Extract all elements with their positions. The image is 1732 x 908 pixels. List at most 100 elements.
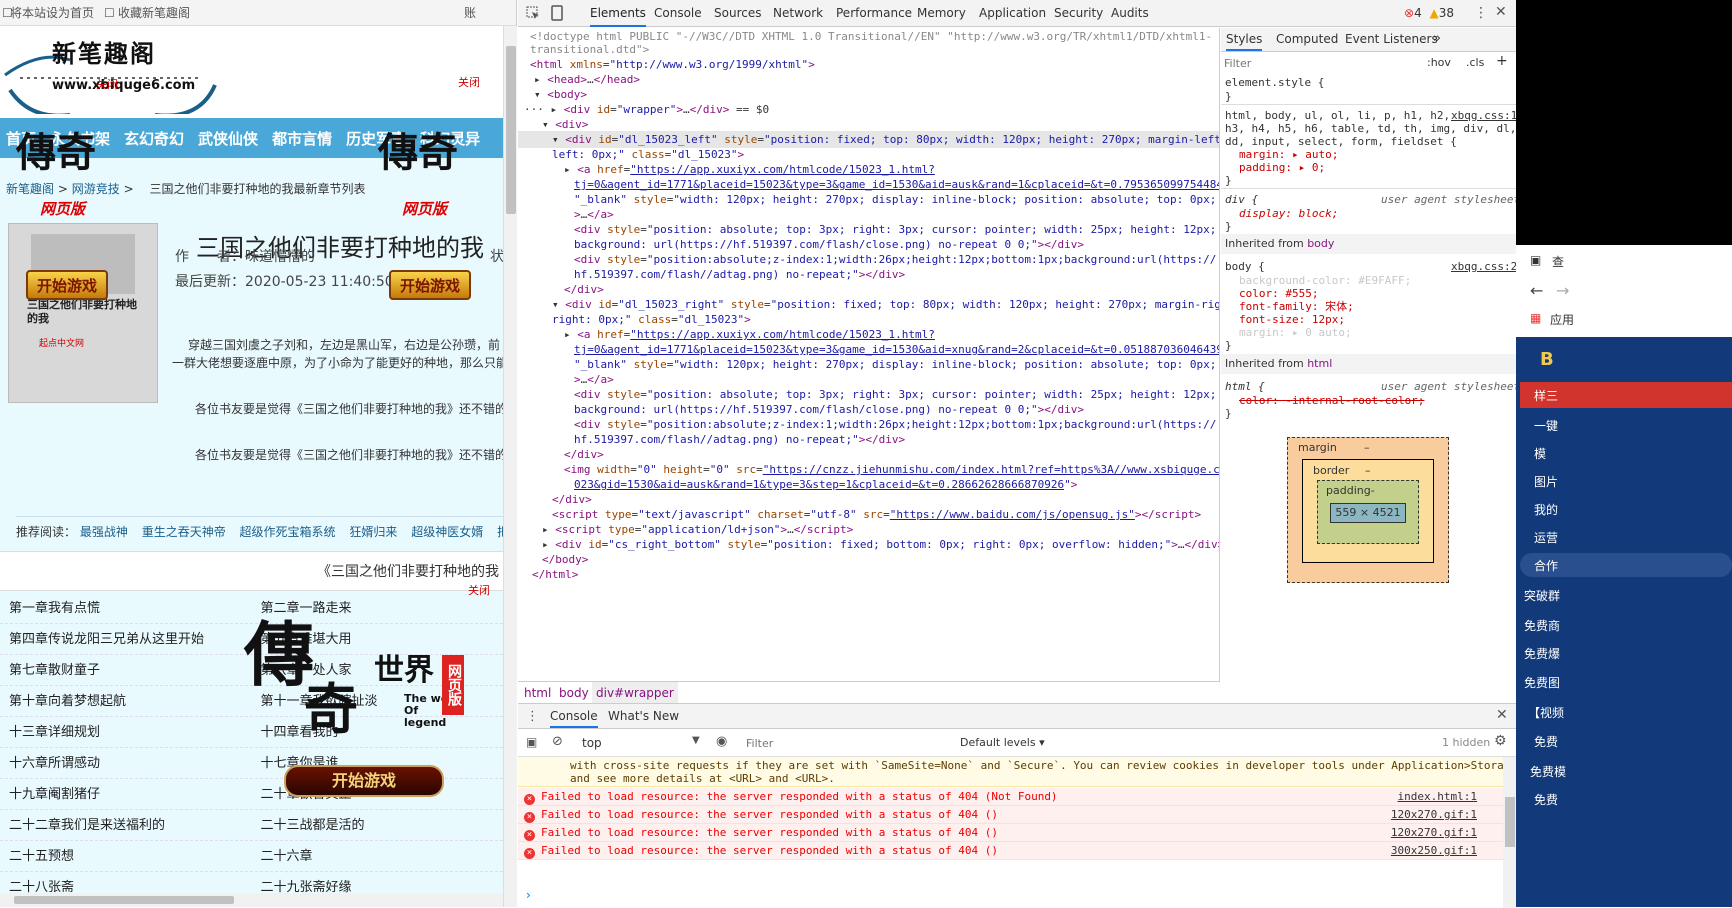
tab-application[interactable]: Application: [979, 0, 1046, 27]
chapter-link[interactable]: 第四章传说龙阳三兄弟从这里开始: [0, 624, 252, 654]
side-menu-item[interactable]: 模: [1534, 445, 1598, 462]
forward-arrow-icon[interactable]: →: [1556, 281, 1569, 300]
side-menu-item[interactable]: 一键: [1534, 417, 1598, 434]
crumb-html[interactable]: html: [524, 682, 551, 704]
tab-audits[interactable]: Audits: [1111, 0, 1149, 27]
context-select[interactable]: top: [582, 736, 602, 750]
chevron-down-icon[interactable]: ▼: [692, 735, 700, 746]
book-cover[interactable]: 三国之他们非要打种地的我 起点中文网: [8, 223, 158, 403]
close-drawer-icon[interactable]: ✕: [1496, 707, 1508, 723]
style-property[interactable]: margin: ▸ auto;: [1239, 148, 1338, 161]
side-logo[interactable]: B: [1540, 349, 1554, 370]
style-property[interactable]: font-size: 12px;: [1239, 313, 1345, 326]
apps-icon[interactable]: ▦: [1530, 311, 1541, 325]
chapter-link[interactable]: 第七章散财童子: [0, 655, 252, 685]
log-levels-select[interactable]: Default levels ▾: [960, 736, 1045, 749]
side-search-label[interactable]: 查: [1552, 253, 1564, 270]
side-menu-item[interactable]: 运营: [1534, 529, 1598, 546]
start-game-button[interactable]: 开始游戏: [284, 765, 444, 797]
style-property[interactable]: color: #555;: [1239, 287, 1318, 300]
side-menu-item[interactable]: 我的: [1534, 501, 1598, 518]
error-source-link[interactable]: 120x270.gif:1: [1391, 806, 1477, 824]
sidebar-toggle-icon[interactable]: ▣: [526, 735, 537, 749]
chapter-link[interactable]: 二十三战都是活的: [252, 810, 504, 840]
ad-banner[interactable]: 傳 奇 世界 The word Of legend 网页版: [244, 615, 464, 741]
adtag-div-node[interactable]: <div style="position:absolute;z-index:1;…: [574, 418, 1216, 432]
img-node[interactable]: <img width="0" height="0" src="https://c…: [564, 463, 1219, 477]
side-menu-item[interactable]: 免费: [1534, 733, 1598, 750]
chapter-link[interactable]: 二十六章: [252, 841, 504, 871]
rule-source-link[interactable]: xbqg.css:2: [1451, 260, 1517, 273]
ad-brand-glyph[interactable]: 傳奇: [16, 120, 96, 178]
tab-security[interactable]: Security: [1054, 0, 1103, 27]
scroll-thumb[interactable]: [506, 46, 516, 214]
anchor-node[interactable]: ▸ <a href="https://app.xuxiyx.com/htmlco…: [564, 163, 935, 177]
drawer-menu-icon[interactable]: ⋮: [526, 709, 539, 724]
box-model-padding[interactable]: padding- 559 × 4521: [1317, 480, 1419, 544]
anchor-node[interactable]: ▸ <a href="https://app.xuxiyx.com/htmlco…: [564, 328, 935, 342]
scroll-thumb[interactable]: [14, 896, 234, 904]
styles-filter-input[interactable]: [1224, 54, 1418, 72]
page-horizontal-scrollbar[interactable]: [0, 893, 503, 907]
tab-computed[interactable]: Computed: [1276, 32, 1338, 46]
tab-elements[interactable]: Elements: [590, 0, 646, 27]
nav-fantasy[interactable]: 玄幻奇幻: [124, 128, 184, 149]
tab-styles[interactable]: Styles: [1226, 32, 1263, 51]
add-rule-icon[interactable]: +: [1496, 53, 1508, 69]
breadcrumb-section[interactable]: 网游竞技: [72, 182, 120, 196]
console-filter-input[interactable]: [746, 734, 946, 753]
tab-event-listeners[interactable]: Event Listeners: [1345, 32, 1438, 46]
adtag-div-node[interactable]: <div style="position:absolute;z-index:1;…: [574, 253, 1216, 267]
breadcrumb-home[interactable]: 新笔趣阁: [6, 182, 54, 196]
tab-console[interactable]: Console: [654, 0, 702, 27]
wrapper-node[interactable]: ··· ▸ <div id="wrapper">…</div> == $0: [524, 103, 769, 117]
script-node[interactable]: <script type="text/javascript" charset="…: [552, 508, 1201, 522]
page-vertical-scrollbar[interactable]: [503, 26, 517, 907]
checkbox-icon[interactable]: ☐: [104, 0, 115, 26]
issue-counter[interactable]: ⊗4 ▲38: [1404, 6, 1454, 20]
tab-performance[interactable]: Performance: [836, 0, 912, 27]
tab-network[interactable]: Network: [773, 0, 823, 27]
set-homepage-link[interactable]: 将本站设为首页: [10, 0, 94, 26]
side-menu-item[interactable]: 突破群: [1524, 587, 1588, 604]
recommend-link[interactable]: 重生之吞天神帝: [142, 525, 226, 539]
device-toolbar-icon[interactable]: [550, 5, 564, 21]
more-options-icon[interactable]: ⋮: [1474, 5, 1488, 21]
style-property[interactable]: padding: ▸ 0;: [1239, 161, 1325, 174]
apps-label[interactable]: 应用: [1550, 311, 1574, 328]
hov-toggle[interactable]: :hov: [1427, 56, 1451, 69]
close-div-node[interactable]: <div style="position: absolute; top: 3px…: [574, 223, 1216, 237]
drawer-tab-whats-new[interactable]: What's New: [608, 709, 679, 723]
tab-memory[interactable]: Memory: [917, 0, 966, 27]
chapter-link[interactable]: 第一章我有点慌: [0, 593, 252, 623]
side-menu-item[interactable]: 图片: [1534, 473, 1598, 490]
close-div-node[interactable]: <div style="position: absolute; top: 3px…: [574, 388, 1216, 402]
chapter-link[interactable]: 十三章详细规划: [0, 717, 252, 747]
ad-close-button[interactable]: 关闭: [96, 76, 118, 92]
rule-source-link[interactable]: xbqg.css:1: [1451, 109, 1517, 122]
side-menu-item[interactable]: 合作: [1534, 557, 1598, 574]
box-model-margin[interactable]: margin – border – padding- 559 × 4521: [1287, 437, 1449, 583]
head-node[interactable]: ▸ <head>…</head>: [534, 73, 640, 87]
element-style-rule[interactable]: element.style {: [1225, 76, 1324, 89]
side-menu-item[interactable]: 【视频: [1528, 704, 1592, 721]
console-scrollbar[interactable]: [1503, 757, 1517, 908]
side-icon[interactable]: ▣: [1530, 253, 1541, 267]
console-prompt-icon[interactable]: ›: [526, 888, 531, 902]
cls-toggle[interactable]: .cls: [1466, 56, 1484, 69]
chapter-link[interactable]: 二十五预想: [0, 841, 252, 871]
side-menu-item[interactable]: 免费爆: [1524, 645, 1588, 662]
ad-close-button[interactable]: 关闭: [458, 74, 480, 90]
gear-icon[interactable]: ⚙: [1494, 733, 1507, 749]
ad-left-node[interactable]: ▾ <div id="dl_15023_left" style="positio…: [552, 133, 1219, 147]
side-menu-item[interactable]: 免费模: [1530, 763, 1594, 780]
box-model-content[interactable]: 559 × 4521: [1330, 503, 1406, 523]
chapter-link[interactable]: 第十章向着梦想起航: [0, 686, 252, 716]
recommend-link[interactable]: 最强战神: [80, 525, 128, 539]
ad-brand-glyph[interactable]: 傳奇: [378, 120, 458, 178]
recommend-link[interactable]: 超级神医女婿: [411, 525, 483, 539]
side-menu-item[interactable]: 免费: [1534, 791, 1598, 808]
start-game-button[interactable]: 开始游戏: [389, 270, 471, 300]
side-menu-item[interactable]: 免费图: [1524, 674, 1588, 691]
start-game-button[interactable]: 开始游戏: [26, 270, 108, 300]
